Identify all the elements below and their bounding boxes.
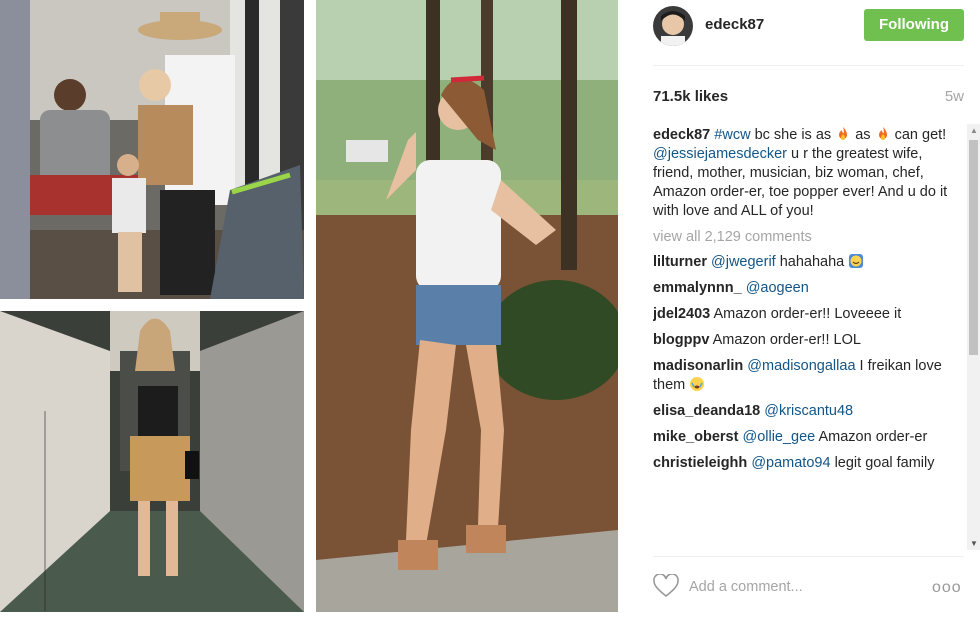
comment: mike_oberst @ollie_gee Amazon order-er (653, 428, 955, 447)
comment-username[interactable]: emmalynnn_ (653, 280, 742, 296)
comment-mention[interactable]: @aogeen (746, 280, 809, 296)
comment-username[interactable]: madisonarlin (653, 358, 743, 374)
comment-username[interactable]: blogppv (653, 332, 709, 348)
post-header: edeck87 Following (653, 0, 964, 66)
fire-icon (839, 127, 848, 140)
scrollbar-thumb[interactable] (969, 140, 978, 355)
scroll-up-arrow-icon[interactable]: ▲ (970, 126, 978, 135)
caption-username[interactable]: edeck87 (653, 127, 710, 143)
comment-mention[interactable]: @pamato94 (751, 455, 830, 471)
comment-username[interactable]: mike_oberst (653, 429, 738, 445)
comment-text: Amazon order-er!! Loveeee it (713, 306, 902, 322)
comment: emmalynnn_ @aogeen (653, 279, 955, 298)
comment: blogppv Amazon order-er!! LOL (653, 331, 955, 350)
heart-icon[interactable] (653, 574, 679, 598)
more-options-button[interactable]: ooo (932, 579, 962, 597)
comment-mention[interactable]: @jwegerif (711, 254, 776, 270)
comment-username[interactable]: christieleighh (653, 455, 747, 471)
likes-count[interactable]: 71.5k likes (653, 88, 728, 105)
comment: jdel2403 Amazon order-er!! Loveeee it (653, 305, 955, 324)
comment-text: hahahaha (779, 254, 845, 270)
caption-text-1: bc she is as (754, 127, 832, 143)
comment: elisa_deanda18 @kriscantu48 (653, 402, 955, 421)
caption-text-2: as (855, 127, 871, 143)
caption-hashtag[interactable]: #wcw (714, 127, 750, 143)
post-age[interactable]: 5w (945, 88, 964, 105)
comment-mention[interactable]: @madisongallaa (747, 358, 855, 374)
photo-park[interactable] (316, 0, 618, 612)
divider (653, 556, 964, 557)
comment: christieleighh @pamato94 legit goal fami… (653, 454, 955, 473)
add-comment-input[interactable]: Add a comment... (689, 579, 803, 595)
comments-list[interactable]: edeck87 #wcw bc she is as as can get! @j… (653, 126, 955, 550)
comment-username[interactable]: elisa_deanda18 (653, 403, 760, 419)
comment-username[interactable]: jdel2403 (653, 306, 710, 322)
likes-row: 71.5k likes 5w (653, 88, 964, 108)
fire-icon (878, 127, 887, 140)
comment-text: Amazon order-er!! LOL (712, 332, 861, 348)
comment-mention[interactable]: @kriscantu48 (764, 403, 853, 419)
caption-text-3: can get! (894, 127, 947, 143)
following-button[interactable]: Following (864, 9, 964, 41)
comment-text: Amazon order-er (818, 429, 928, 445)
comment: lilturner @jwegerif hahahaha (653, 253, 955, 272)
crying-face-icon (690, 377, 705, 391)
comment-username[interactable]: lilturner (653, 254, 707, 270)
photo-subway[interactable] (0, 0, 304, 299)
crying-laughing-face-icon (849, 254, 864, 268)
comment-mention[interactable]: @ollie_gee (742, 429, 815, 445)
photo-hallway[interactable] (0, 311, 304, 612)
scroll-down-arrow-icon[interactable]: ▼ (970, 539, 978, 548)
comment-text: legit goal family (834, 455, 935, 471)
caption-mention[interactable]: @jessiejamesdecker (653, 146, 787, 162)
comments-scrollbar[interactable]: ▲ ▼ (967, 124, 980, 550)
post-username[interactable]: edeck87 (705, 16, 764, 33)
avatar[interactable] (653, 6, 693, 46)
comment: madisonarlin @madisongallaa I freikan lo… (653, 357, 955, 395)
view-all-comments-link[interactable]: view all 2,129 comments (653, 228, 955, 247)
caption: edeck87 #wcw bc she is as as can get! @j… (653, 126, 955, 221)
